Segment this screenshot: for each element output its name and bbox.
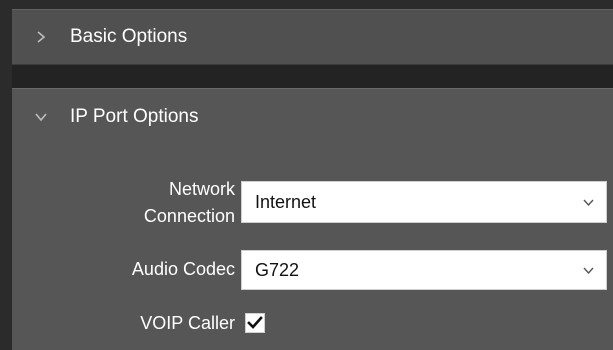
chevron-right-icon <box>34 30 48 44</box>
ip-port-options-body: Network Connection Internet Audio Codec … <box>12 144 613 350</box>
basic-options-header[interactable]: Basic Options <box>12 9 613 65</box>
network-connection-select[interactable]: Internet <box>241 181 607 223</box>
audio-codec-row: Audio Codec G722 <box>12 250 613 290</box>
options-window: Basic Options IP Port Options Network Co… <box>0 0 613 350</box>
audio-codec-label: Audio Codec <box>131 259 235 279</box>
chevron-down-icon <box>582 198 594 206</box>
voip-caller-row: VOIP Caller <box>12 308 613 338</box>
voip-caller-label: VOIP Caller <box>140 313 235 333</box>
network-connection-value: Internet <box>255 191 317 212</box>
audio-codec-value: G722 <box>255 259 300 280</box>
chevron-down-icon <box>582 266 594 274</box>
audio-codec-select[interactable]: G722 <box>241 250 607 290</box>
ip-port-options-title: IP Port Options <box>70 105 199 127</box>
voip-caller-checkbox[interactable] <box>245 313 265 333</box>
checkmark-icon <box>247 316 263 329</box>
network-connection-label-line1: Network <box>168 179 235 199</box>
network-connection-label: Network Connection <box>144 176 235 230</box>
network-connection-row: Network Connection Internet <box>12 176 613 230</box>
chevron-down-icon <box>34 110 48 124</box>
network-connection-label-line2: Connection <box>143 206 235 226</box>
basic-options-title: Basic Options <box>70 26 188 47</box>
panel-divider <box>12 65 613 88</box>
ip-port-options-header[interactable]: IP Port Options <box>12 88 613 144</box>
